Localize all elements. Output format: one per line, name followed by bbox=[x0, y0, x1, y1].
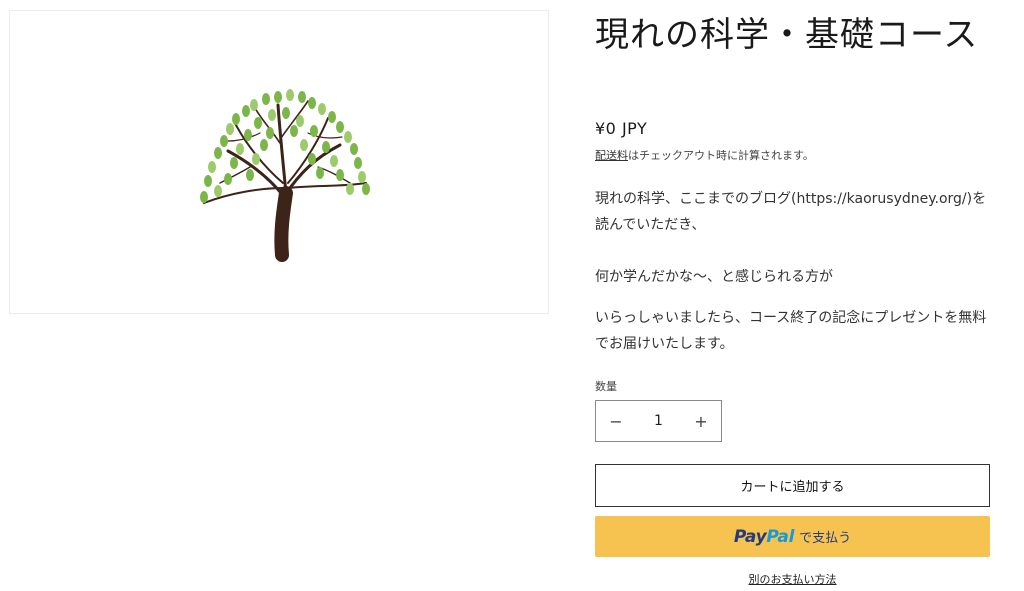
paypal-button-label: で支払う bbox=[799, 531, 852, 546]
description-paragraph: いらっしゃいましたら、コース終了の記念にプレゼントを無料でお届けいたします。 bbox=[595, 310, 987, 352]
product-title: 現れの科学・基礎コース bbox=[595, 15, 979, 55]
product-price: ¥0 JPY bbox=[595, 119, 648, 138]
quantity-label: 数量 bbox=[595, 380, 617, 393]
more-payment-options-link[interactable]: 別のお支払い方法 bbox=[595, 571, 990, 587]
paypal-logo: PayPal bbox=[733, 526, 795, 547]
shipping-note: 配送料はチェックアウト時に計算されます。 bbox=[595, 147, 814, 163]
quantity-increase-button[interactable]: + bbox=[681, 412, 721, 431]
description-paragraph: 現れの科学、ここまでのブログ(https://kaorusydney.org/)… bbox=[595, 191, 987, 233]
add-to-cart-button[interactable]: カートに追加する bbox=[595, 464, 990, 507]
quantity-input[interactable]: 1 bbox=[636, 413, 681, 429]
shipping-text: はチェックアウト時に計算されます。 bbox=[628, 149, 814, 162]
description-paragraph: 何か学んだかな〜、と感じられる方が bbox=[595, 269, 833, 285]
paypal-button[interactable]: PayPal で支払う bbox=[595, 516, 990, 557]
quantity-stepper: − 1 + bbox=[595, 400, 722, 442]
tree-illustration bbox=[200, 89, 370, 262]
shipping-link[interactable]: 配送料 bbox=[595, 149, 628, 162]
product-image-frame[interactable] bbox=[9, 10, 549, 314]
quantity-decrease-button[interactable]: − bbox=[596, 412, 636, 431]
